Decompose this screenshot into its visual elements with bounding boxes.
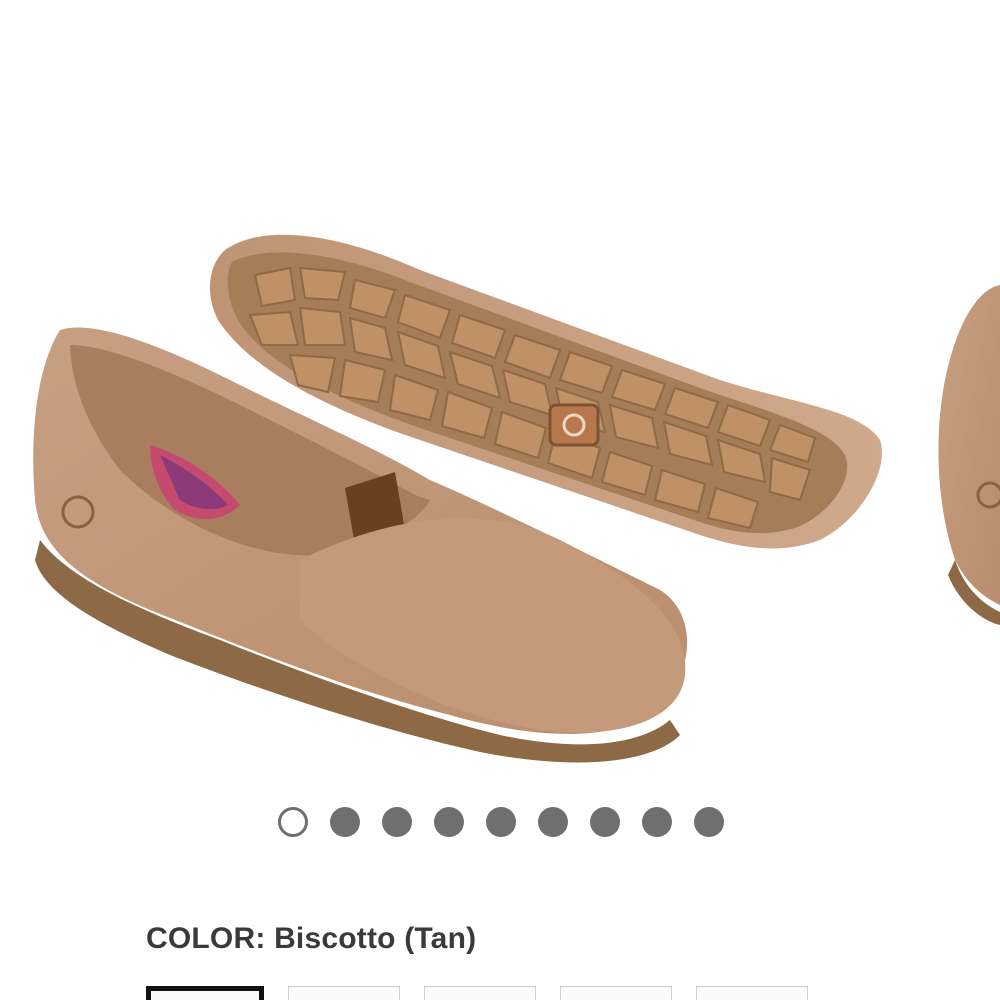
color-label: COLOR: (146, 922, 266, 955)
carousel-indicators (278, 807, 724, 837)
color-value: Biscotto (Tan) (274, 922, 477, 955)
carousel-dot-6[interactable] (538, 807, 568, 837)
color-swatch-selected[interactable] (146, 986, 264, 1000)
next-image-peek (938, 285, 1000, 625)
color-swatch[interactable] (696, 986, 808, 1000)
carousel-dot-2[interactable] (330, 807, 360, 837)
product-photo (33, 234, 1000, 763)
carousel-dot-4[interactable] (434, 807, 464, 837)
carousel-dot-5[interactable] (486, 807, 516, 837)
product-page: COLOR: Biscotto (Tan) (0, 0, 1000, 1000)
color-swatch[interactable] (288, 986, 400, 1000)
carousel-dot-7[interactable] (590, 807, 620, 837)
color-swatch[interactable] (560, 986, 672, 1000)
color-selector-label: COLOR: Biscotto (Tan) (146, 922, 476, 956)
carousel-dot-3[interactable] (382, 807, 412, 837)
carousel-dot-1[interactable] (278, 807, 308, 837)
color-swatch[interactable] (424, 986, 536, 1000)
sole-logo-icon (548, 403, 600, 447)
color-swatch-row (146, 986, 808, 1000)
carousel-dot-9[interactable] (694, 807, 724, 837)
product-image-carousel[interactable] (0, 0, 1000, 790)
carousel-dot-8[interactable] (642, 807, 672, 837)
